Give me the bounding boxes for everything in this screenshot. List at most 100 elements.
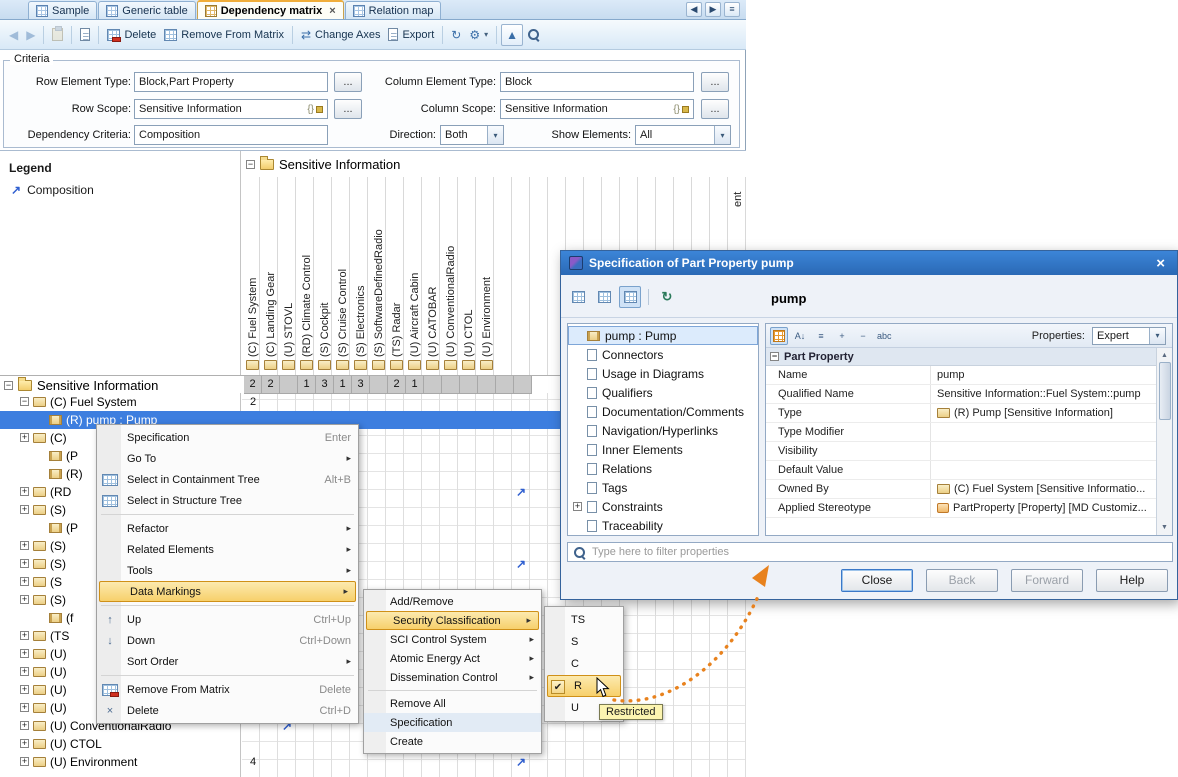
dependency-criteria-input[interactable]: Composition	[134, 125, 328, 145]
tree-expand-icon[interactable]: +	[20, 559, 29, 568]
tree-collapse-icon[interactable]: −	[20, 397, 29, 406]
menu-item-atomic-energy-act[interactable]: Atomic Energy Act▸	[364, 649, 541, 668]
menu-item-down[interactable]: ↓DownCtrl+Down	[97, 630, 358, 651]
menu-item-ts[interactable]: TS	[545, 609, 623, 631]
dialog-close-button[interactable]: ×	[1152, 255, 1169, 272]
spec-tree-item-documentation-comments[interactable]: Documentation/Comments	[568, 402, 758, 421]
remove-from-matrix-button[interactable]: Remove From Matrix	[160, 24, 288, 46]
menu-item-remove-from-matrix[interactable]: Remove From MatrixDelete	[97, 679, 358, 700]
column-scope-browse-button[interactable]: ...	[701, 99, 729, 119]
containment-view-button[interactable]	[593, 286, 615, 308]
expand-all-button[interactable]: +	[833, 327, 851, 345]
matrix-cell[interactable]: 4	[244, 753, 262, 771]
search-button[interactable]	[523, 24, 544, 46]
menu-item-select-in-containment-tree[interactable]: Select in Containment TreeAlt+B	[97, 469, 358, 490]
spec-tree-item-navigation-hyperlinks[interactable]: Navigation/Hyperlinks	[568, 421, 758, 440]
spec-tree-item-tags[interactable]: Tags	[568, 478, 758, 497]
menu-item-sort-order[interactable]: Sort Order▸	[97, 651, 358, 672]
tab-generic-table[interactable]: Generic table	[98, 1, 195, 19]
report-button[interactable]	[76, 24, 94, 46]
menu-item-up[interactable]: ↑UpCtrl+Up	[97, 609, 358, 630]
scroll-down-icon[interactable]: ▼	[1161, 521, 1168, 534]
tab-list-button[interactable]: ≡	[724, 2, 740, 17]
column-scope-input[interactable]: Sensitive Information{}	[500, 99, 694, 119]
properties-scrollbar[interactable]: ▲ ▼	[1156, 348, 1172, 535]
tree-expand-icon[interactable]: +	[20, 757, 29, 766]
menu-item-remove-all[interactable]: Remove All	[364, 694, 541, 713]
menu-item-data-markings[interactable]: Data Markings▸	[99, 581, 356, 602]
menu-item-dissemination-control[interactable]: Dissemination Control▸	[364, 668, 541, 687]
close-button[interactable]: Close	[841, 569, 913, 592]
tab-dependency-matrix[interactable]: Dependency matrix×	[197, 0, 344, 19]
menu-item-related-elements[interactable]: Related Elements▸	[97, 539, 358, 560]
menu-item-tools[interactable]: Tools▸	[97, 560, 358, 581]
direction-select[interactable]: Both▾	[440, 125, 504, 145]
tab-sample[interactable]: Sample	[28, 1, 97, 19]
menu-item-add-remove[interactable]: Add/Remove	[364, 592, 541, 611]
forward-button[interactable]: Forward	[1011, 569, 1083, 592]
abbreviations-button[interactable]: abc	[875, 327, 894, 345]
property-row-name[interactable]: Namepump	[766, 366, 1158, 385]
back-button[interactable]: Back	[926, 569, 998, 592]
menu-item-select-in-structure-tree[interactable]: Select in Structure Tree	[97, 490, 358, 511]
refresh-button[interactable]: ↻	[447, 24, 465, 46]
composition-arrow-icon[interactable]: ↗	[516, 555, 530, 573]
tree-expand-icon[interactable]: +	[20, 667, 29, 676]
spec-tree-item-usage-in-diagrams[interactable]: Usage in Diagrams	[568, 364, 758, 383]
tree-expand-icon[interactable]: +	[20, 649, 29, 658]
properties-section-header[interactable]: − Part Property	[766, 348, 1158, 366]
tree-expand-icon[interactable]: +	[20, 739, 29, 748]
property-row-owned-by[interactable]: Owned By(C) Fuel System [Sensitive Infor…	[766, 480, 1158, 499]
composition-arrow-icon[interactable]: ↗	[516, 753, 530, 771]
show-elements-select[interactable]: All▾	[635, 125, 731, 145]
property-row-type[interactable]: Type(R) Pump [Sensitive Information]	[766, 404, 1158, 423]
scrollbar-thumb[interactable]	[1159, 362, 1171, 420]
menu-item-delete[interactable]: ×DeleteCtrl+D	[97, 700, 358, 721]
property-row-qualified-name[interactable]: Qualified NameSensitive Information::Fue…	[766, 385, 1158, 404]
tree-expand-icon[interactable]: +	[573, 502, 582, 511]
property-value[interactable]: PartProperty [Property] [MD Customiz...	[931, 502, 1158, 514]
properties-mode-select[interactable]: Expert ▾	[1092, 327, 1166, 345]
matrix-cell[interactable]: 2	[244, 393, 262, 411]
composition-arrow-icon[interactable]: ↗	[516, 483, 530, 501]
filter-box[interactable]: Type here to filter properties	[567, 542, 1173, 562]
close-tab-icon[interactable]: ×	[329, 5, 335, 17]
property-row-applied-stereotype[interactable]: Applied StereotypePartProperty [Property…	[766, 499, 1158, 518]
help-button[interactable]: Help	[1096, 569, 1168, 592]
row-scope-input[interactable]: Sensitive Information{}	[134, 99, 328, 119]
menu-item-go-to[interactable]: Go To▸	[97, 448, 358, 469]
columns-view-button[interactable]	[619, 286, 641, 308]
menu-item-specification[interactable]: SpecificationEnter	[97, 427, 358, 448]
column-element-type-browse-button[interactable]: ...	[701, 72, 729, 92]
spec-tree-item-qualifiers[interactable]: Qualifiers	[568, 383, 758, 402]
spec-tree-item-constraints[interactable]: +Constraints	[568, 497, 758, 516]
menu-item-security-classification[interactable]: Security Classification▸	[366, 611, 539, 630]
property-value[interactable]: Sensitive Information::Fuel System::pump	[931, 388, 1158, 400]
property-value[interactable]: (C) Fuel System [Sensitive Informatio...	[931, 483, 1158, 495]
tree-collapse-icon[interactable]: −	[770, 352, 779, 361]
tree-expand-icon[interactable]: +	[20, 595, 29, 604]
property-row-type-modifier[interactable]: Type Modifier	[766, 423, 1158, 442]
usage-view-button[interactable]	[567, 286, 589, 308]
row-element-type-browse-button[interactable]: ...	[334, 72, 362, 92]
tab-relation-map[interactable]: Relation map	[345, 1, 442, 19]
paste-button[interactable]	[48, 24, 67, 46]
sort-alphabetically-button[interactable]: A↓	[791, 327, 809, 345]
menu-item-s[interactable]: S	[545, 631, 623, 653]
row-element-type-input[interactable]: Block,Part Property	[134, 72, 328, 92]
dialog-titlebar[interactable]: Specification of Part Property pump ×	[561, 251, 1177, 275]
matrix-row-u-environment[interactable]: +(U) Environment4↗	[0, 753, 746, 771]
back-button[interactable]: ◀	[5, 24, 22, 46]
tree-expand-icon[interactable]: +	[20, 487, 29, 496]
tab-scroll-right-button[interactable]: ▶	[705, 2, 721, 17]
column-element-type-input[interactable]: Block	[500, 72, 694, 92]
property-row-default-value[interactable]: Default Value	[766, 461, 1158, 480]
categorized-view-button[interactable]	[770, 327, 788, 345]
tree-expand-icon[interactable]: +	[20, 721, 29, 730]
scroll-up-icon[interactable]: ▲	[1161, 349, 1168, 362]
property-value[interactable]: (R) Pump [Sensitive Information]	[931, 407, 1158, 419]
tree-expand-icon[interactable]: +	[20, 703, 29, 712]
tab-scroll-left-button[interactable]: ◀	[686, 2, 702, 17]
menu-item-create[interactable]: Create	[364, 732, 541, 751]
menu-item-refactor[interactable]: Refactor▸	[97, 518, 358, 539]
